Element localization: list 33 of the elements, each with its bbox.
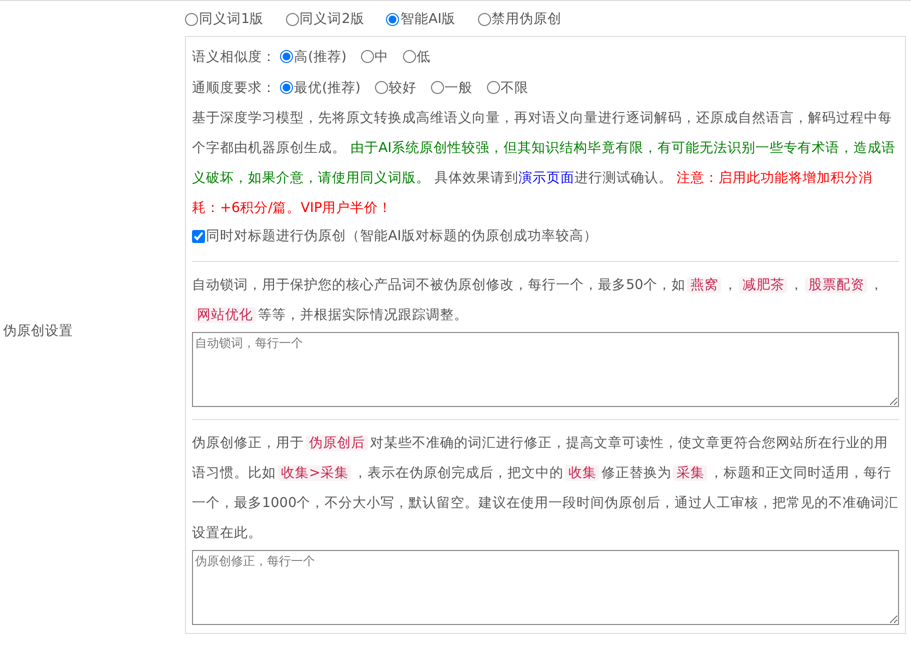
- radio-button[interactable]: [360, 50, 374, 63]
- lock-description: 自动锁词，用于保护您的核心产品词不被伪原创修改，每行一个，最多50个，如 燕窝 ， 减肥茶 ， 股票配资 ， 网站优化 等等，并根据实际情况跟踪调整。: [192, 276, 884, 325]
- radio-button[interactable]: [430, 81, 444, 94]
- checkbox-label[interactable]: 同时对标题进行伪原创（智能AI版对标题的伪原创成功率较高）: [206, 227, 598, 245]
- radio-label[interactable]: 最优(推荐): [294, 78, 361, 96]
- radio-label[interactable]: 智能AI版: [400, 10, 456, 28]
- radio-button[interactable]: [478, 12, 491, 26]
- radio-label[interactable]: 低: [416, 48, 431, 66]
- demo-link[interactable]: 演示页面: [518, 170, 574, 186]
- ai-description: 基于深度学习模型，先将原文转换成高维语义向量，再对语义向量进行逐词解码，还原成自然语言，解码过程中每个字都由机器原创生成。 由于AI系统原创性较强，但其知识结构毕竟有限，有可能无法识别一些专有术语，造成语义破坏，如果介意，请使用同义词版。 具体效果请到演示页面进行测试确认。 注意：启用此功能将增加积分消耗：+6积分/篇。VIP用户半价！: [192, 109, 897, 218]
- radio-button[interactable]: [280, 81, 293, 94]
- radio-button[interactable]: [185, 12, 198, 26]
- radio-button[interactable]: [386, 12, 400, 26]
- radio-button[interactable]: [486, 81, 500, 94]
- radio-label[interactable]: 禁用伪原创: [492, 10, 562, 28]
- radio-label[interactable]: 不限: [500, 78, 529, 96]
- radio-label[interactable]: 一般: [444, 78, 473, 96]
- radio-button[interactable]: [286, 12, 299, 26]
- radio-label[interactable]: 同义词1版: [199, 10, 264, 28]
- radio-button[interactable]: [374, 81, 388, 94]
- radio-button[interactable]: [280, 50, 293, 63]
- lock-words-field[interactable]: 自动锁词，每行一个: [192, 332, 899, 407]
- correction-field[interactable]: 伪原创修正，每行一个: [192, 550, 899, 625]
- radio-label[interactable]: 同义词2版: [300, 10, 364, 28]
- radio-button[interactable]: [402, 50, 416, 63]
- fix-description: 伪原创修正，用于 伪原创后 对某些不准确的词汇进行修正，提高文章可读性，使文章更符合您网站所在行业的用语习惯。比如 收集>采集 ，表示在伪原创完成后，把文中的 收集 修正替换为 采集 ，标题和正文同时适用，每行一个，最多1000个，不分大小写，默认留空。建议在使用一段时间伪原创后，通过人工审核，把常见的不准确词汇设置在此。: [192, 434, 899, 543]
- checkbox[interactable]: [192, 230, 205, 242]
- radio-label[interactable]: 较好: [388, 78, 417, 96]
- section-label: 伪原创设置: [3, 322, 73, 340]
- option-label: 通顺度要求：: [192, 78, 276, 96]
- radio-label[interactable]: 高(推荐): [294, 48, 347, 66]
- radio-label[interactable]: 中: [374, 48, 389, 66]
- option-label: 语义相似度：: [192, 48, 276, 66]
